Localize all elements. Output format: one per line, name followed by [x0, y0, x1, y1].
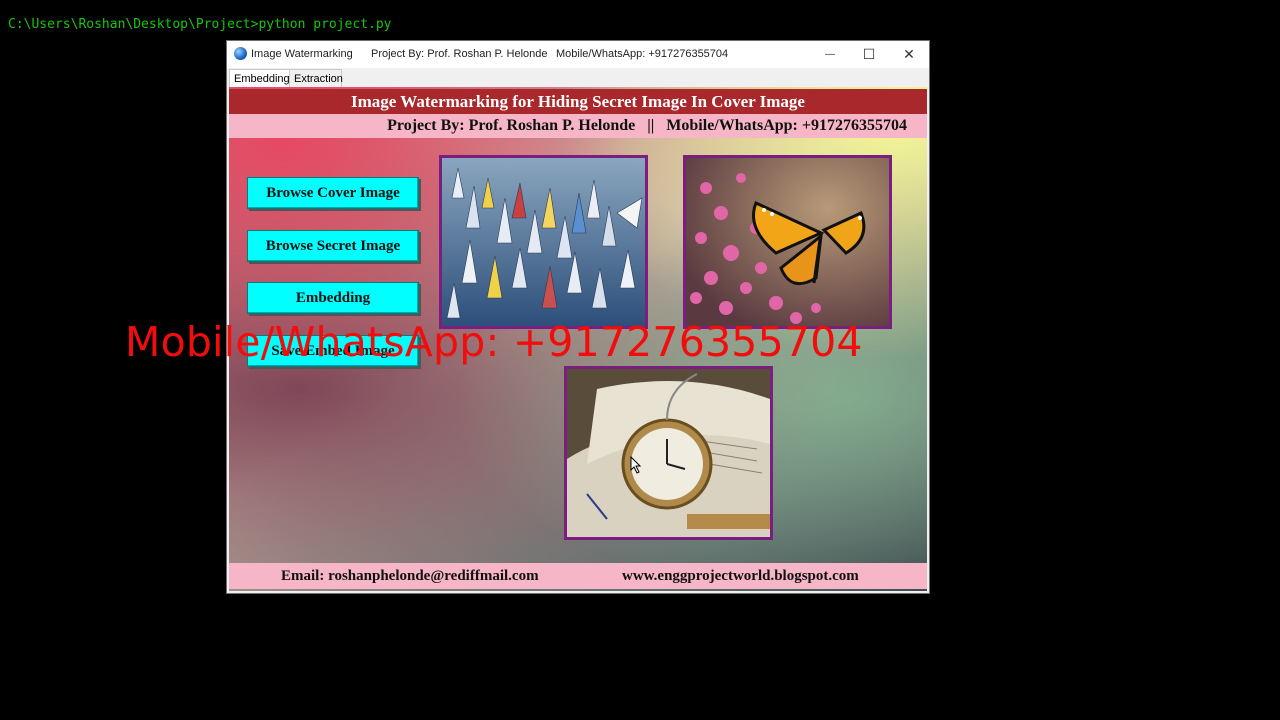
window-project-by: Project By: Prof. Roshan P. Helonde	[371, 48, 548, 60]
tab-extraction[interactable]: Extraction	[289, 69, 343, 87]
page-subtitle: Project By: Prof. Roshan P. Helonde || M…	[229, 114, 927, 138]
butterfly-image	[686, 158, 889, 326]
tab-bar: Embedding Extraction	[227, 69, 929, 87]
footer-bar: Email: roshanphelonde@rediffmail.com www…	[229, 563, 927, 589]
pocket-watch-image	[567, 369, 770, 537]
tab-embedding[interactable]: Embedding	[229, 69, 290, 87]
maximize-button[interactable]: ☐	[849, 41, 889, 68]
minimize-button[interactable]: —	[810, 41, 850, 68]
cover-image	[439, 155, 648, 329]
terminal-command-line: C:\Users\Roshan\Desktop\Project>python p…	[8, 17, 392, 32]
app-window: Image Watermarking Project By: Prof. Ros…	[226, 40, 930, 594]
title-bar[interactable]: Image Watermarking Project By: Prof. Ros…	[227, 41, 929, 68]
embedded-image	[564, 366, 773, 540]
footer-email: Email: roshanphelonde@rediffmail.com	[281, 568, 539, 584]
browse-cover-image-button[interactable]: Browse Cover Image	[247, 177, 419, 209]
app-globe-icon	[234, 47, 247, 60]
maximize-icon: ☐	[862, 46, 876, 62]
contact-overlay-watermark: Mobile/WhatsApp: +917276355704	[125, 318, 863, 366]
embedding-button[interactable]: Embedding	[247, 282, 419, 314]
minimize-icon: —	[825, 49, 835, 60]
footer-website: www.enggprojectworld.blogspot.com	[622, 568, 859, 584]
browse-secret-image-button[interactable]: Browse Secret Image	[247, 230, 419, 262]
window-title: Image Watermarking	[251, 48, 353, 60]
secret-image	[683, 155, 892, 329]
window-contact: Mobile/WhatsApp: +917276355704	[556, 48, 729, 60]
close-icon: ✕	[903, 46, 915, 62]
close-button[interactable]: ✕	[889, 41, 929, 68]
mouse-pointer-icon	[630, 456, 642, 474]
page-title: Image Watermarking for Hiding Secret Ima…	[229, 89, 927, 114]
sailboats-image	[442, 158, 645, 326]
